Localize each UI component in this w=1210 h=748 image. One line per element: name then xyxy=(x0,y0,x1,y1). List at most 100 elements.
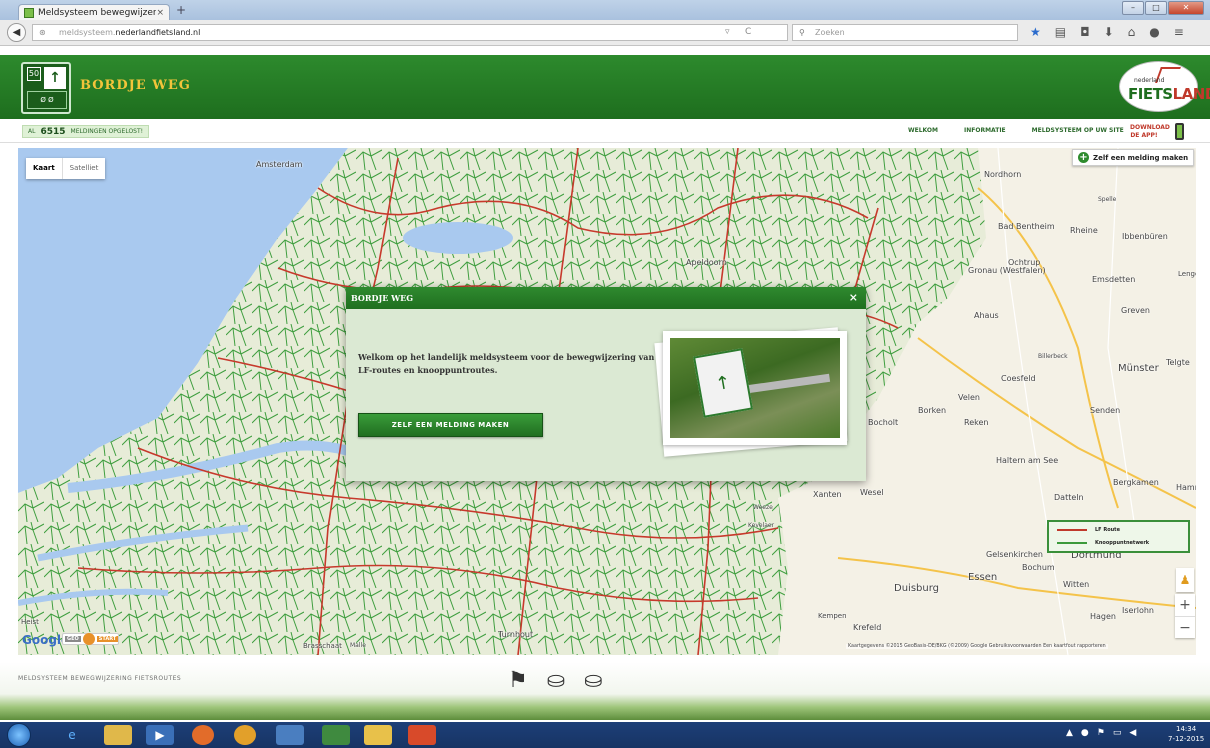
tab-close-icon[interactable]: × xyxy=(156,8,164,18)
info-bar: AL 6515 MELDINGEN OPGELOST! WELKOM INFOR… xyxy=(0,119,1210,143)
bookmark-star-icon[interactable]: ★ xyxy=(1030,26,1041,39)
network-icon[interactable]: ▭ xyxy=(1113,728,1122,738)
file-explorer-icon[interactable] xyxy=(104,725,132,745)
map-type-kaart[interactable]: Kaart xyxy=(26,158,62,179)
phone-icon[interactable] xyxy=(1175,123,1184,140)
geostart-badge[interactable]: GEO START xyxy=(62,633,120,645)
map-label: Weeze xyxy=(753,504,773,511)
map-label: Krefeld xyxy=(853,623,882,632)
map-label: Coesfeld xyxy=(1001,374,1036,383)
map-label: Wesel xyxy=(860,488,884,497)
map-label: Duisburg xyxy=(894,583,939,594)
clock[interactable]: 14:34 7-12-2015 xyxy=(1168,724,1204,744)
dialog-header: BORDJE WEG × xyxy=(346,287,866,309)
media-player-icon[interactable]: ▶ xyxy=(146,725,174,745)
back-arrow-icon[interactable]: ◀ xyxy=(7,23,26,42)
pocket-icon[interactable]: ◘ xyxy=(1080,26,1090,39)
browser-tab[interactable]: Meldsysteem bewegwijzeri... × xyxy=(18,4,170,21)
start-button[interactable] xyxy=(7,723,31,747)
search-input[interactable]: ⚲ Zoeken xyxy=(792,24,1018,41)
nav-meldsysteem-op-uw-site[interactable]: MELDSYSTEEM OP UW SITE xyxy=(1032,127,1124,134)
fallen-sign-image: ↑ xyxy=(670,338,840,438)
new-tab-icon[interactable]: + xyxy=(176,4,186,16)
map-label: Essen xyxy=(968,572,998,583)
map-legend: LF Route Knooppuntnetwerk xyxy=(1047,520,1190,553)
download-app-link[interactable]: DOWNLOAD DE APP! xyxy=(1130,124,1170,140)
nederland-fietsland-logo[interactable]: nederland FIETSLAND xyxy=(1119,61,1210,112)
flag-icon[interactable]: ⚑ xyxy=(1097,728,1105,738)
arrow-up-icon: ↑ xyxy=(692,348,754,418)
map-label: Kevelaer xyxy=(748,522,775,529)
browser-nav-bar: ◀ ⊛ meldsysteem.nederlandfietsland.nl ▿ … xyxy=(0,20,1210,46)
minimize-icon[interactable]: – xyxy=(1122,1,1144,15)
maximize-icon[interactable]: □ xyxy=(1145,1,1167,15)
reload-icon[interactable]: C xyxy=(745,25,751,40)
map-label: Ahaus xyxy=(974,311,999,320)
map-label: Heist xyxy=(21,618,39,626)
reading-list-icon[interactable]: ▤ xyxy=(1055,26,1066,39)
map-label: Telgte xyxy=(1166,358,1190,367)
map-label: Münster xyxy=(1118,363,1159,374)
map-label: Bad Bentheim xyxy=(998,222,1055,231)
footer-text: MELDSYSTEEM BEWEGWIJZERING FIETSROUTES xyxy=(18,675,182,682)
map-label: Ibbenbüren xyxy=(1122,232,1168,241)
tray-expand-icon[interactable]: ▲ xyxy=(1066,728,1073,738)
map-type-control: Kaart Satelliet xyxy=(26,158,106,179)
map-label: Iserlohn xyxy=(1122,606,1154,615)
map-label: Borken xyxy=(918,406,947,415)
search-placeholder: Zoeken xyxy=(815,28,845,37)
chrome-icon[interactable] xyxy=(234,725,256,745)
site-info-icon[interactable]: ⊛ xyxy=(39,25,46,40)
map-attribution[interactable]: Kaartgegevens ©2015 GeoBasis-DE/BKG (©20… xyxy=(846,644,1108,649)
map-label: Rheine xyxy=(1070,226,1098,235)
zoom-control: + − xyxy=(1175,594,1195,638)
map-label: Datteln xyxy=(1054,493,1084,502)
map-label: Spelle xyxy=(1098,196,1117,203)
internet-explorer-icon[interactable]: e xyxy=(58,725,86,745)
map-label: Senden xyxy=(1090,406,1121,415)
window-controls: – □ ✕ xyxy=(1122,1,1204,15)
site-logo[interactable]: 50 ↑ Ø Ø xyxy=(21,62,71,114)
dialog-close-icon[interactable]: × xyxy=(849,287,858,309)
map-label: Apeldoorn xyxy=(686,258,727,267)
window-close-icon[interactable]: ✕ xyxy=(1168,1,1204,15)
site-favicon-icon xyxy=(24,8,34,18)
map-label: Emsdetten xyxy=(1092,275,1136,284)
map-label: Witten xyxy=(1063,580,1090,589)
browser-tab-bar: Meldsysteem bewegwijzeri... × + – □ ✕ xyxy=(0,0,1210,21)
shield-icon[interactable]: ● xyxy=(1081,728,1089,738)
volume-icon[interactable]: ◀ xyxy=(1129,728,1136,738)
geostart-icon xyxy=(82,633,95,645)
zoom-out-button[interactable]: − xyxy=(1175,616,1195,638)
nav-welkom[interactable]: WELKOM xyxy=(908,127,938,134)
firefox-icon[interactable] xyxy=(192,725,214,745)
map-label: Gronau (Westfalen) xyxy=(968,266,1046,275)
excel-icon[interactable] xyxy=(322,725,350,745)
browser-toolbar-icons: ★ ▤ ◘ ⬇ ⌂ ● ≡ xyxy=(1030,26,1184,39)
dropdown-arrow-icon[interactable]: ▿ xyxy=(725,25,730,40)
map-label: Lengerich xyxy=(1178,270,1196,278)
legend-knooppunt: Knooppuntnetwerk xyxy=(1057,540,1149,546)
powerpoint-icon[interactable] xyxy=(408,725,436,745)
plus-icon: + xyxy=(1078,152,1089,163)
chat-icon[interactable]: ● xyxy=(1149,26,1159,39)
make-report-button[interactable]: ZELF EEN MELDING MAKEN xyxy=(358,413,543,437)
publisher-icon[interactable] xyxy=(276,725,304,745)
cyclists-illustration: ⚑ ⛀ ⛀ xyxy=(508,668,609,693)
home-icon[interactable]: ⌂ xyxy=(1128,26,1136,39)
site-title: BORDJE WEG xyxy=(80,78,191,93)
street-view-pegman-icon[interactable]: ♟ xyxy=(1176,568,1194,592)
legend-lf-route: LF Route xyxy=(1057,527,1120,533)
nav-informatie[interactable]: INFORMATIE xyxy=(964,127,1006,134)
new-report-button[interactable]: + Zelf een melding maken xyxy=(1072,149,1195,166)
url-bar[interactable]: ⊛ meldsysteem.nederlandfietsland.nl ▿ C xyxy=(32,24,788,41)
download-icon[interactable]: ⬇ xyxy=(1104,26,1114,39)
folder-icon[interactable] xyxy=(364,725,392,745)
map-type-satelliet[interactable]: Satelliet xyxy=(61,158,106,179)
menu-icon[interactable]: ≡ xyxy=(1174,26,1184,39)
map-label: Billerbeck xyxy=(1038,353,1068,360)
map-label: Hagen xyxy=(1090,612,1116,621)
map-label: Greven xyxy=(1121,306,1150,315)
zoom-in-button[interactable]: + xyxy=(1175,594,1195,616)
map-label: Malle xyxy=(350,642,366,649)
